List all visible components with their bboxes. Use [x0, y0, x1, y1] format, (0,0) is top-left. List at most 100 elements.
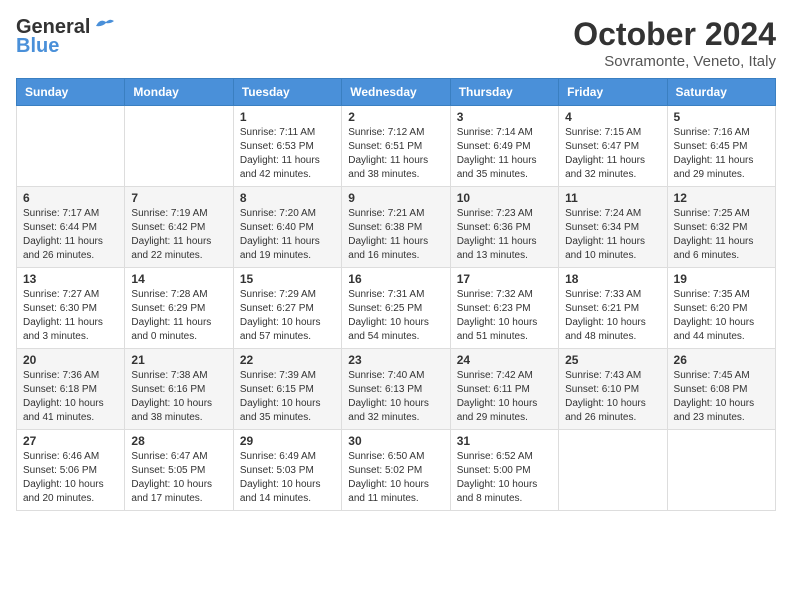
- sunrise-text: Sunrise: 7:42 AM: [457, 370, 533, 381]
- day-number: 13: [23, 272, 118, 286]
- cell-content: Sunrise: 7:27 AMSunset: 6:30 PMDaylight:…: [23, 288, 118, 344]
- sunset-text: Sunset: 6:34 PM: [565, 222, 639, 233]
- day-number: 6: [23, 191, 118, 205]
- header-row: SundayMondayTuesdayWednesdayThursdayFrid…: [17, 79, 776, 106]
- sunrise-text: Sunrise: 7:15 AM: [565, 127, 641, 138]
- day-number: 23: [348, 353, 443, 367]
- sunrise-text: Sunrise: 7:20 AM: [240, 208, 316, 219]
- calendar-cell: 13 Sunrise: 7:27 AMSunset: 6:30 PMDayligh…: [17, 268, 125, 349]
- calendar-cell: 24Sunrise: 7:42 AMSunset: 6:11 PMDayligh…: [450, 349, 558, 430]
- cell-content: Sunrise: 7:12 AMSunset: 6:51 PMDaylight:…: [348, 126, 443, 182]
- calendar-cell: [559, 430, 667, 511]
- cell-content: Sunrise: 6:47 AMSunset: 5:05 PMDaylight:…: [131, 450, 226, 506]
- sunrise-text: Sunrise: 7:25 AM: [674, 208, 750, 219]
- sunrise-text: Sunrise: 7:17 AM: [23, 208, 99, 219]
- day-number: 31: [457, 434, 552, 448]
- day-number: 28: [131, 434, 226, 448]
- sunrise-text: Sunrise: 7:11 AM: [240, 127, 315, 138]
- sunrise-text: Sunrise: 7:28 AM: [131, 289, 207, 300]
- calendar-cell: 11Sunrise: 7:24 AMSunset: 6:34 PMDayligh…: [559, 187, 667, 268]
- sunrise-text: Sunrise: 7:16 AM: [674, 127, 750, 138]
- calendar-cell: 25Sunrise: 7:43 AMSunset: 6:10 PMDayligh…: [559, 349, 667, 430]
- cell-content: Sunrise: 7:19 AMSunset: 6:42 PMDaylight:…: [131, 207, 226, 263]
- cell-content: Sunrise: 7:39 AMSunset: 6:15 PMDaylight:…: [240, 369, 335, 425]
- daylight-text: Daylight: 10 hours and 20 minutes.: [23, 479, 104, 504]
- cell-content: Sunrise: 7:29 AMSunset: 6:27 PMDaylight:…: [240, 288, 335, 344]
- cell-content: Sunrise: 7:28 AMSunset: 6:29 PMDaylight:…: [131, 288, 226, 344]
- daylight-text: Daylight: 11 hours and 13 minutes.: [457, 236, 537, 261]
- cell-content: Sunrise: 7:11 AMSunset: 6:53 PMDaylight:…: [240, 126, 335, 182]
- daylight-text: Daylight: 11 hours and 19 minutes.: [240, 236, 320, 261]
- sunset-text: Sunset: 6:44 PM: [23, 222, 97, 233]
- cell-content: Sunrise: 7:45 AMSunset: 6:08 PMDaylight:…: [674, 369, 769, 425]
- day-number: 3: [457, 110, 552, 124]
- day-number: 11: [565, 191, 660, 205]
- daylight-text: Daylight: 11 hours and 22 minutes.: [131, 236, 211, 261]
- day-number: 21: [131, 353, 226, 367]
- cell-content: Sunrise: 6:50 AMSunset: 5:02 PMDaylight:…: [348, 450, 443, 506]
- day-number: 24: [457, 353, 552, 367]
- daylight-text: Daylight: 10 hours and 44 minutes.: [674, 317, 755, 342]
- day-number: 4: [565, 110, 660, 124]
- daylight-text: Daylight: 11 hours and 6 minutes.: [674, 236, 754, 261]
- logo-bird-icon: [94, 18, 116, 34]
- calendar-cell: 4Sunrise: 7:15 AMSunset: 6:47 PMDaylight…: [559, 106, 667, 187]
- day-number: 2: [348, 110, 443, 124]
- daylight-text: Daylight: 10 hours and 23 minutes.: [674, 398, 755, 423]
- daylight-text: Daylight: 10 hours and 51 minutes.: [457, 317, 538, 342]
- sunrise-text: Sunrise: 7:32 AM: [457, 289, 533, 300]
- daylight-text: Daylight: 11 hours and 29 minutes.: [674, 155, 754, 180]
- sunrise-text: Sunrise: 7:45 AM: [674, 370, 750, 381]
- daylight-text: Daylight: 10 hours and 35 minutes.: [240, 398, 321, 423]
- day-number: 17: [457, 272, 552, 286]
- day-number: 1: [240, 110, 335, 124]
- calendar-table: SundayMondayTuesdayWednesdayThursdayFrid…: [16, 78, 776, 511]
- sunrise-text: Sunrise: 7:38 AM: [131, 370, 207, 381]
- cell-content: Sunrise: 6:49 AMSunset: 5:03 PMDaylight:…: [240, 450, 335, 506]
- day-number: 19: [674, 272, 769, 286]
- day-number: 26: [674, 353, 769, 367]
- calendar-cell: 2 Sunrise: 7:12 AMSunset: 6:51 PMDaylight…: [342, 106, 450, 187]
- sunrise-text: Sunrise: 7:21 AM: [348, 208, 424, 219]
- day-number: 29: [240, 434, 335, 448]
- sunrise-text: Sunrise: 7:12 AM: [348, 127, 424, 138]
- daylight-text: Daylight: 11 hours and 42 minutes.: [240, 155, 320, 180]
- calendar-cell: [17, 106, 125, 187]
- day-number: 12: [674, 191, 769, 205]
- weekday-header-tuesday: Tuesday: [233, 79, 341, 106]
- sunset-text: Sunset: 6:21 PM: [565, 303, 639, 314]
- calendar-cell: 26 Sunrise: 7:45 AMSunset: 6:08 PMDayligh…: [667, 349, 775, 430]
- day-number: 27: [23, 434, 118, 448]
- calendar-cell: 30Sunrise: 6:50 AMSunset: 5:02 PMDayligh…: [342, 430, 450, 511]
- cell-content: Sunrise: 7:43 AMSunset: 6:10 PMDaylight:…: [565, 369, 660, 425]
- calendar-cell: 14Sunrise: 7:28 AMSunset: 6:29 PMDayligh…: [125, 268, 233, 349]
- daylight-text: Daylight: 10 hours and 57 minutes.: [240, 317, 321, 342]
- month-title: October 2024: [573, 16, 776, 53]
- sunset-text: Sunset: 6:38 PM: [348, 222, 422, 233]
- calendar-cell: 6Sunrise: 7:17 AMSunset: 6:44 PMDaylight…: [17, 187, 125, 268]
- sunset-text: Sunset: 5:00 PM: [457, 465, 531, 476]
- sunrise-text: Sunrise: 7:33 AM: [565, 289, 641, 300]
- calendar-cell: 31Sunrise: 6:52 AMSunset: 5:00 PMDayligh…: [450, 430, 558, 511]
- sunset-text: Sunset: 6:25 PM: [348, 303, 422, 314]
- calendar-cell: [125, 106, 233, 187]
- page-header: General Blue October 2024 Sovramonte, Ve…: [16, 16, 776, 70]
- sunrise-text: Sunrise: 7:29 AM: [240, 289, 316, 300]
- sunrise-text: Sunrise: 6:52 AM: [457, 451, 533, 462]
- calendar-cell: 27Sunrise: 6:46 AMSunset: 5:06 PMDayligh…: [17, 430, 125, 511]
- calendar-header: SundayMondayTuesdayWednesdayThursdayFrid…: [17, 79, 776, 106]
- weekday-header-saturday: Saturday: [667, 79, 775, 106]
- day-number: 20: [23, 353, 118, 367]
- sunset-text: Sunset: 6:40 PM: [240, 222, 314, 233]
- daylight-text: Daylight: 10 hours and 17 minutes.: [131, 479, 212, 504]
- cell-content: Sunrise: 7:17 AMSunset: 6:44 PMDaylight:…: [23, 207, 118, 263]
- calendar-cell: 20Sunrise: 7:36 AMSunset: 6:18 PMDayligh…: [17, 349, 125, 430]
- cell-content: Sunrise: 7:23 AMSunset: 6:36 PMDaylight:…: [457, 207, 552, 263]
- location-subtitle: Sovramonte, Veneto, Italy: [573, 53, 776, 70]
- sunset-text: Sunset: 5:05 PM: [131, 465, 205, 476]
- calendar-cell: 9Sunrise: 7:21 AMSunset: 6:38 PMDaylight…: [342, 187, 450, 268]
- cell-content: Sunrise: 7:25 AMSunset: 6:32 PMDaylight:…: [674, 207, 769, 263]
- sunset-text: Sunset: 6:36 PM: [457, 222, 531, 233]
- daylight-text: Daylight: 11 hours and 16 minutes.: [348, 236, 428, 261]
- cell-content: Sunrise: 7:21 AM Sunset: 6:38 PM Daylight:…: [348, 207, 443, 263]
